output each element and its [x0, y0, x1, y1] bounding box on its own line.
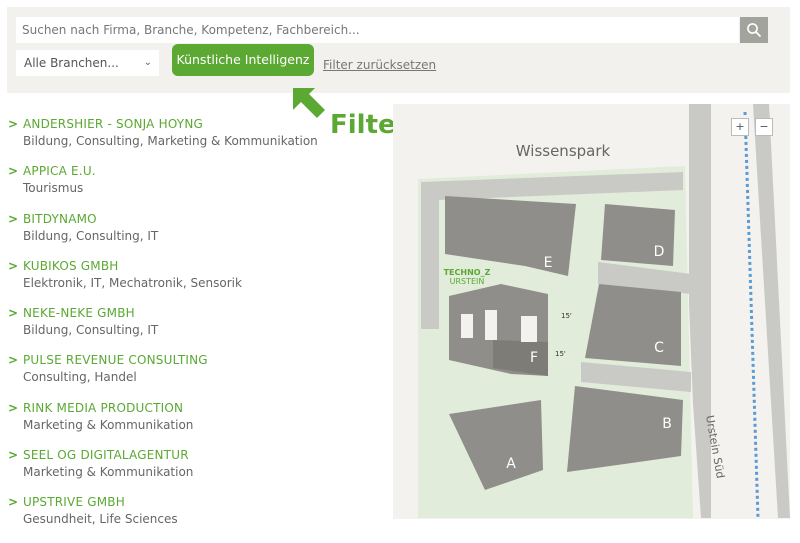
company-list: > ANDERSHIER - SONJA HOYNG Bildung, Cons…: [8, 117, 328, 543]
company-name: UPSTRIVE GMBH: [23, 495, 125, 510]
search-button[interactable]: [740, 17, 768, 43]
company-category: Marketing & Kommunikation: [23, 465, 194, 480]
company-name: PULSE REVENUE CONSULTING: [23, 353, 208, 368]
chevron-right-icon: >: [8, 258, 19, 273]
filter-bar: Alle Branchen... ⌄ Künstliche Intelligen…: [7, 7, 790, 93]
courtyard: [521, 316, 537, 342]
company-category: Elektronik, IT, Mechatronik, Sensorik: [23, 275, 242, 290]
company-list-item[interactable]: > APPICA E.U. Tourismus: [8, 164, 328, 211]
building-c: [585, 284, 681, 366]
company-category: Bildung, Consulting, Marketing & Kommuni…: [23, 134, 318, 148]
building-label-d: D: [654, 244, 665, 260]
techno-z-logo-line2: URSTEIN: [450, 277, 485, 286]
company-name: RINK MEDIA PRODUCTION: [23, 400, 184, 415]
level-label: 15': [561, 312, 572, 320]
building-label-e: E: [544, 255, 553, 271]
chevron-right-icon: >: [8, 211, 19, 226]
footpath: [743, 111, 760, 519]
reset-filter-link[interactable]: Filter zurücksetzen: [323, 58, 436, 72]
company-category: Bildung, Consulting, IT: [23, 323, 159, 338]
techno-z-logo-line1: TECHNO_Z: [444, 268, 491, 277]
chevron-down-icon: ⌄: [143, 57, 152, 68]
company-list-item[interactable]: > BITDYNAMO Bildung, Consulting, IT: [8, 212, 328, 259]
company-category: Gesundheit, Life Sciences: [23, 512, 178, 527]
courtyard: [461, 314, 473, 338]
road-right: [753, 104, 790, 518]
building-label-b: B: [662, 416, 672, 432]
courtyard: [485, 310, 497, 340]
building-label-a: A: [506, 456, 516, 472]
chevron-right-icon: >: [8, 400, 19, 415]
company-name: KUBIKOS GMBH: [23, 258, 119, 273]
chevron-right-icon: >: [8, 117, 19, 131]
chevron-right-icon: >: [8, 164, 19, 179]
level-label: 15': [555, 350, 566, 358]
company-list-item[interactable]: > SEEL OG DIGITALAGENTUR Marketing & Kom…: [8, 448, 328, 495]
chevron-right-icon: >: [8, 495, 19, 510]
company-list-item[interactable]: > PULSE REVENUE CONSULTING Consulting, H…: [8, 353, 328, 400]
company-list-item[interactable]: > UPSTRIVE GMBH Gesundheit, Life Science…: [8, 495, 328, 542]
company-category: Marketing & Kommunikation: [23, 417, 194, 432]
chevron-right-icon: >: [8, 353, 19, 368]
company-name: BITDYNAMO: [23, 211, 97, 226]
road-main: [689, 104, 711, 518]
map-area-label: Wissenspark: [516, 142, 611, 160]
search-icon: [747, 23, 762, 38]
building-label-c: C: [654, 340, 664, 356]
company-list-item[interactable]: > RINK MEDIA PRODUCTION Marketing & Komm…: [8, 401, 328, 448]
branch-select-value: Alle Branchen...: [24, 56, 119, 70]
search-input[interactable]: [16, 17, 739, 43]
company-list-item[interactable]: > KUBIKOS GMBH Elektronik, IT, Mechatron…: [8, 259, 328, 306]
zoom-in-button[interactable]: +: [731, 118, 749, 136]
company-name: SEEL OG DIGITALAGENTUR: [23, 448, 189, 463]
chevron-right-icon: >: [8, 306, 19, 321]
zoom-out-button[interactable]: −: [755, 118, 773, 136]
company-list-item[interactable]: > NEKE-NEKE GMBH Bildung, Consulting, IT: [8, 306, 328, 353]
company-list-item[interactable]: > ANDERSHIER - SONJA HOYNG Bildung, Cons…: [8, 117, 328, 164]
site-map[interactable]: Wissenspark E D C B A F TECHNO_Z URSTEIN…: [393, 104, 790, 519]
branch-select[interactable]: Alle Branchen... ⌄: [16, 50, 159, 76]
site-map-graphic: Wissenspark E D C B A F TECHNO_Z URSTEIN…: [418, 104, 790, 519]
company-name: ANDERSHIER - SONJA HOYNG: [23, 117, 204, 131]
chevron-right-icon: >: [8, 448, 19, 463]
company-category: Bildung, Consulting, IT: [23, 228, 159, 243]
company-category: Consulting, Handel: [23, 370, 137, 385]
active-filter-chip[interactable]: Künstliche Intelligenz: [172, 44, 314, 76]
company-name: NEKE-NEKE GMBH: [23, 306, 135, 321]
building-label-f: F: [530, 350, 538, 366]
company-name: APPICA E.U.: [23, 164, 96, 179]
company-category: Tourismus: [23, 181, 84, 196]
